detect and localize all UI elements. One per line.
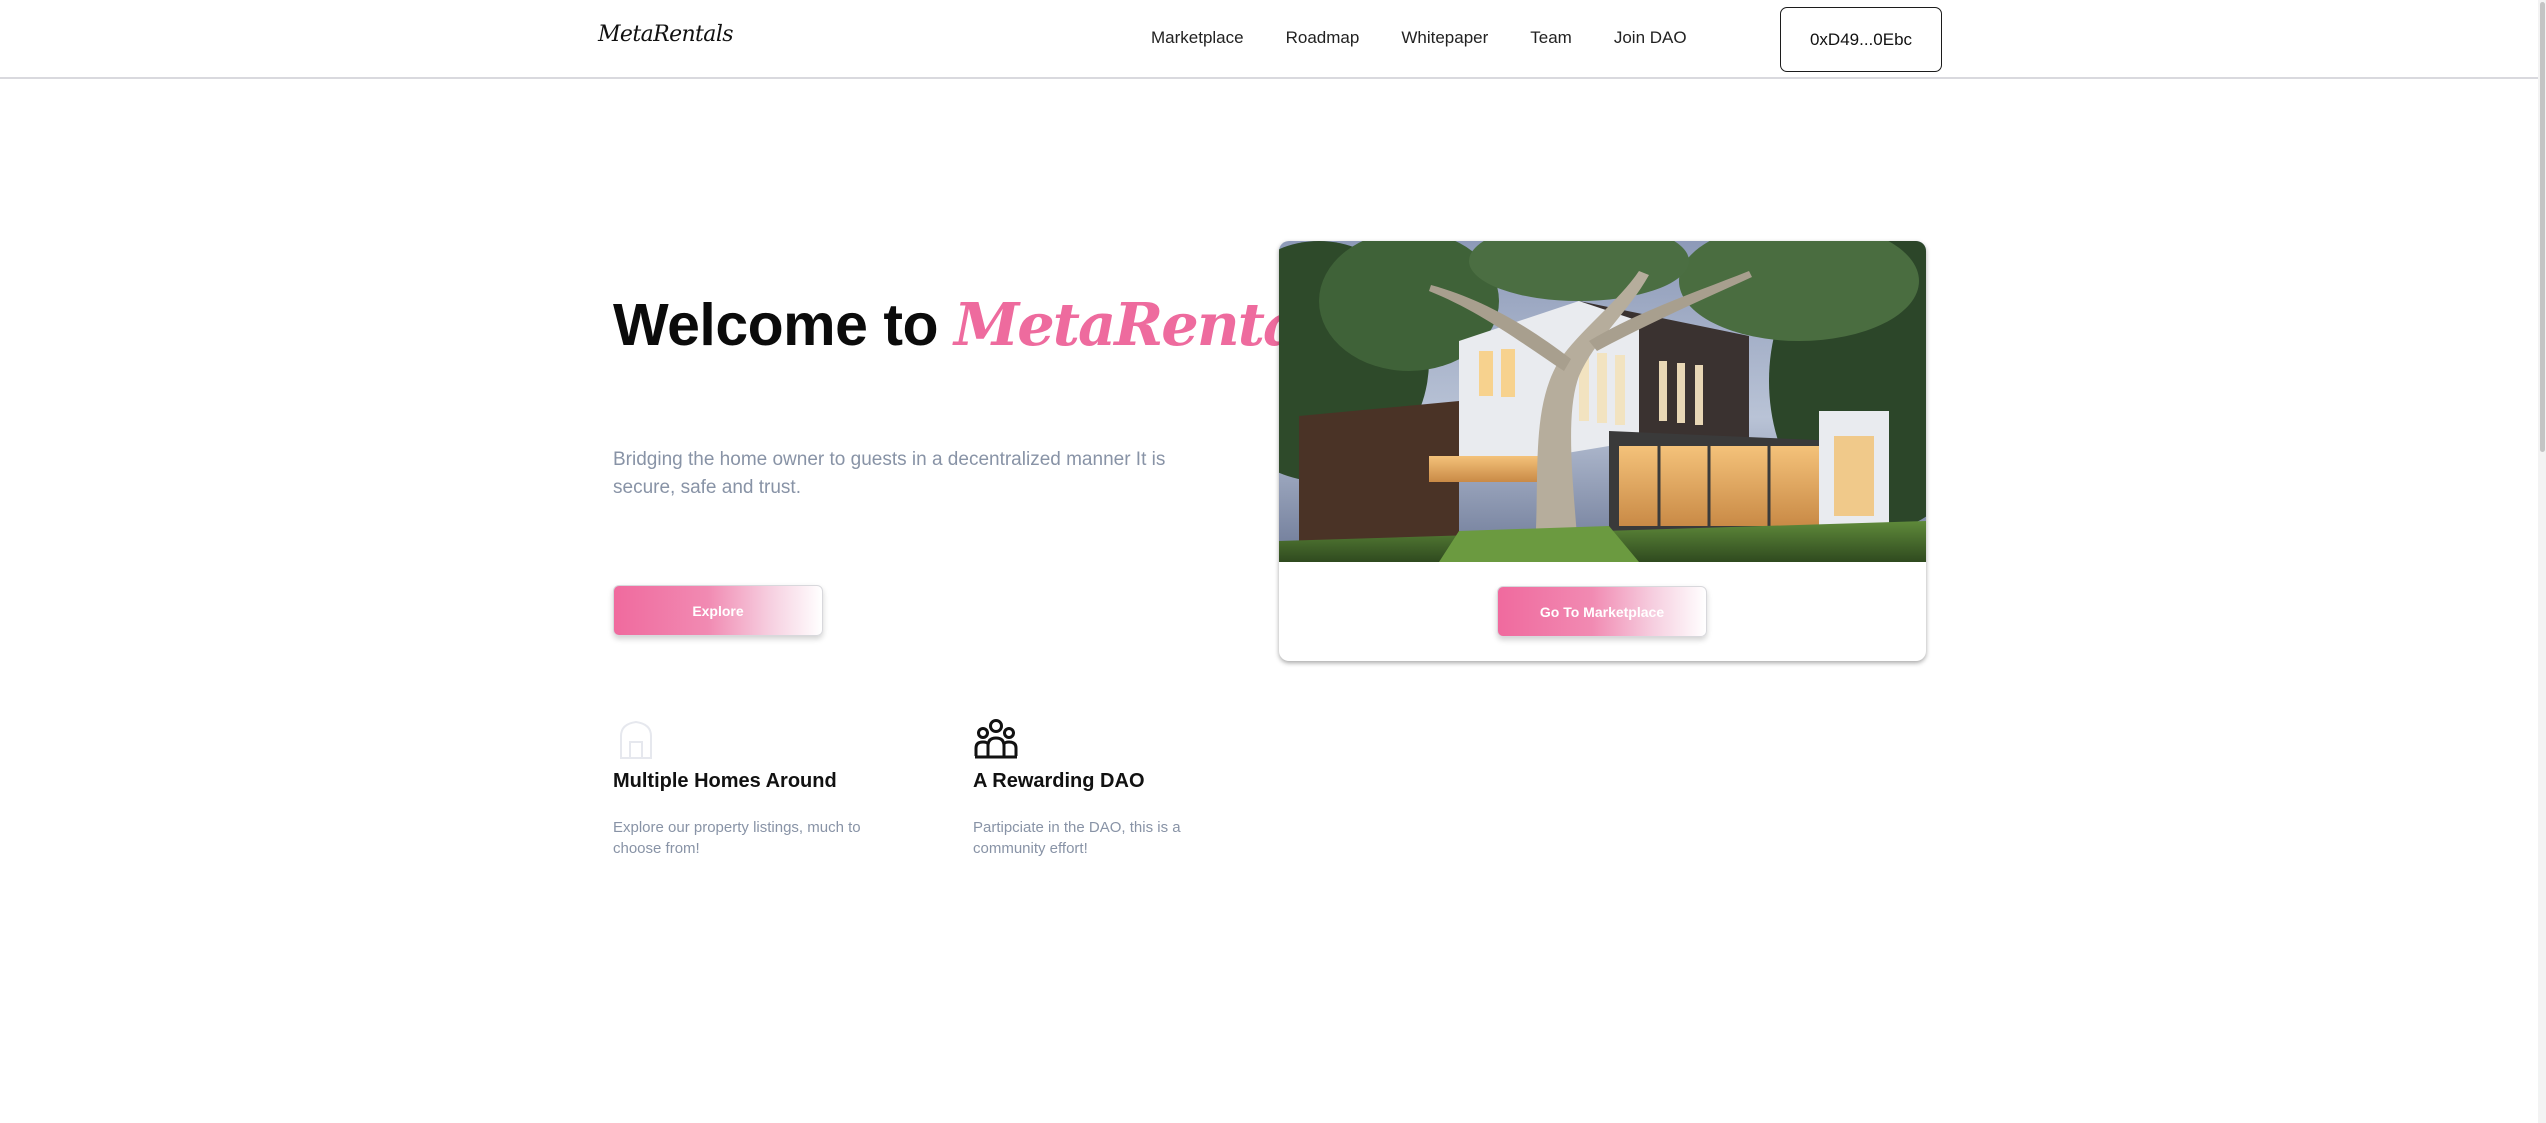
feature-title: A Rewarding DAO (973, 770, 1145, 792)
feature-text: Partipciate in the DAO, this is a commun… (973, 819, 1181, 857)
group-icon (974, 719, 1018, 759)
logo[interactable]: MetaRentals (598, 22, 734, 47)
explore-button[interactable]: Explore (613, 585, 823, 636)
modern-house-photo (1279, 241, 1926, 562)
scrollbar-thumb[interactable] (2540, 2, 2545, 452)
nav-link-whitepaper[interactable]: Whitepaper (1401, 28, 1488, 48)
scrollbar[interactable] (2538, 0, 2546, 1123)
wallet-address-button[interactable]: 0xD49...0Ebc (1780, 7, 1942, 72)
go-to-marketplace-button[interactable]: Go To Marketplace (1497, 586, 1707, 637)
nav-link-roadmap[interactable]: Roadmap (1286, 28, 1360, 48)
feature-rewarding-dao: A Rewarding DAO Partipciate in the DAO, … (973, 718, 1273, 859)
nav-links: Marketplace Roadmap Whitepaper Team Join… (1151, 28, 1687, 48)
property-card: Go To Marketplace (1279, 241, 1926, 661)
nav-link-team[interactable]: Team (1530, 28, 1572, 48)
home-icon (620, 720, 652, 759)
page-title: Welcome to MetaRentals (613, 290, 1353, 359)
nav-link-marketplace[interactable]: Marketplace (1151, 28, 1244, 48)
hero-description: Bridging the home owner to guests in a d… (613, 449, 1166, 498)
feature-text: Explore our property listings, much to c… (613, 819, 861, 857)
title-prefix: Welcome to (613, 292, 954, 358)
navbar: MetaRentals Marketplace Roadmap Whitepap… (0, 0, 2546, 79)
nav-link-join-dao[interactable]: Join DAO (1614, 28, 1687, 48)
feature-title: Multiple Homes Around (613, 770, 837, 792)
feature-multiple-homes: Multiple Homes Around Explore our proper… (613, 718, 913, 859)
